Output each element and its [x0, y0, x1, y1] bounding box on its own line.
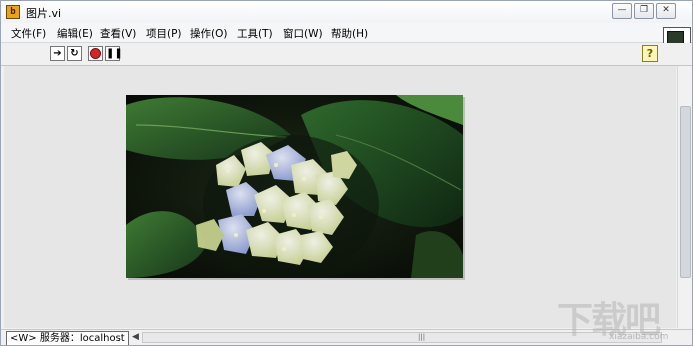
abort-icon[interactable] [88, 46, 103, 61]
scroll-grip-icon: ||| [418, 333, 426, 341]
pause-icon[interactable]: ❚❚ [105, 46, 123, 61]
menu-project[interactable]: 项目(P) [146, 26, 182, 41]
menu-help[interactable]: 帮助(H) [331, 26, 368, 41]
minimize-button[interactable]: — [612, 3, 632, 19]
watermark-sub: xiazaiba.com [609, 332, 669, 342]
window-title: 图片.vi [26, 7, 62, 20]
scroll-left-arrow-icon[interactable]: ◀ [132, 332, 139, 342]
labview-app-icon: b [6, 5, 20, 19]
menu-file[interactable]: 文件(F) [11, 26, 46, 41]
vi-window: b 图片.vi — ❐ ✕ 文件(F) 编辑(E) 查看(V) 项目(P) 操作… [0, 0, 693, 346]
run-continuously-icon[interactable]: ↻ [67, 46, 82, 61]
menu-operate[interactable]: 操作(O) [190, 26, 227, 41]
context-help-button[interactable]: ? [642, 45, 658, 62]
menu-window[interactable]: 窗口(W) [283, 26, 323, 41]
watermark-logo: 下载吧 xiazaiba.com [557, 291, 668, 343]
run-arrow-icon[interactable]: ➔ [50, 46, 65, 61]
vertical-scroll-thumb[interactable] [680, 106, 691, 278]
picture-display [126, 95, 463, 278]
toolbar: ➔ ↻ ❚❚ [1, 43, 692, 66]
menu-tools[interactable]: 工具(T) [237, 26, 273, 41]
vertical-scrollbar[interactable] [677, 66, 692, 328]
close-button[interactable]: ✕ [656, 3, 676, 19]
restore-button[interactable]: ❐ [634, 3, 654, 19]
title-bar[interactable]: b 图片.vi — ❐ ✕ [1, 1, 692, 23]
menu-bar: 文件(F) 编辑(E) 查看(V) 项目(P) 操作(O) 工具(T) 窗口(W… [1, 23, 692, 43]
hydrangea-image [126, 95, 463, 278]
menu-edit[interactable]: 编辑(E) [57, 26, 93, 41]
server-context-label[interactable]: <W> 服务器：localhost [6, 331, 129, 345]
menu-view[interactable]: 查看(V) [100, 26, 136, 41]
